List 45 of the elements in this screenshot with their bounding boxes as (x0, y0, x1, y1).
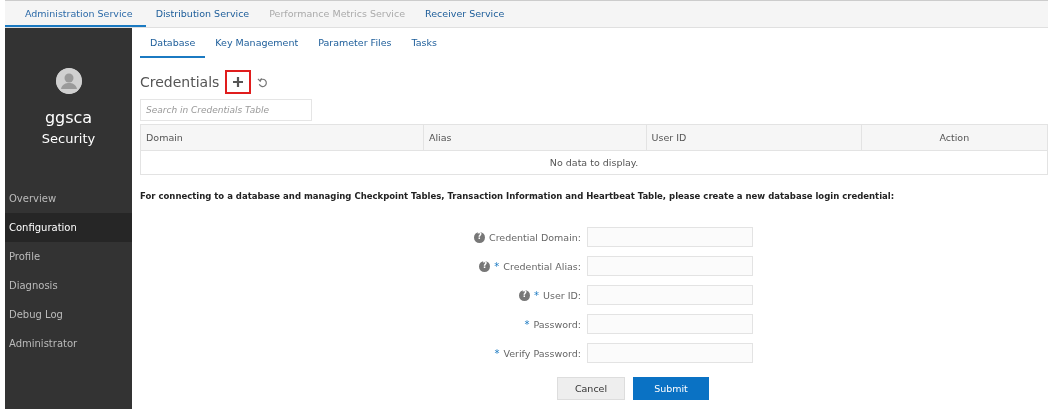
help-icon[interactable]: ? (479, 260, 491, 272)
required-mark: * (494, 347, 500, 359)
sidebar-item[interactable]: Configuration (5, 213, 132, 242)
field-label: Verify Password: (503, 347, 581, 359)
column-header: Domain (140, 124, 424, 151)
required-mark: * (494, 260, 500, 272)
search-field[interactable]: Search in Credentials Table (140, 99, 312, 121)
tab[interactable]: Database (140, 28, 206, 58)
field-label: Password: (533, 318, 581, 330)
tab[interactable]: Parameter Files (308, 28, 402, 58)
submit-button[interactable]: Submit (633, 377, 709, 400)
user-name: ggsca (43, 108, 94, 127)
avatar-icon (55, 68, 82, 94)
field-label: Credential Domain: (489, 231, 581, 243)
sidebar-item[interactable]: Overview (5, 184, 132, 213)
service-tab[interactable]: Distribution Service (145, 1, 260, 27)
field-label: Credential Alias: (503, 260, 581, 272)
tab[interactable]: Key Management (205, 28, 309, 58)
help-icon[interactable]: ? (474, 231, 485, 243)
column-header: Alias (423, 124, 647, 151)
service-tab[interactable]: Receiver Service (415, 1, 515, 27)
column-header: Action (861, 124, 1048, 151)
add-button[interactable] (225, 70, 252, 94)
input-field[interactable] (587, 343, 753, 363)
instruction-text: For connecting to a database and managing Checkpoint Tables, Transaction Information and Heartbeat Table, please create a new database login credential: (140, 191, 896, 201)
help-icon[interactable]: ? (519, 289, 530, 301)
required-mark: * (524, 318, 530, 330)
plus-icon (232, 76, 245, 88)
input-field[interactable] (587, 314, 753, 334)
column-header: User ID (646, 124, 862, 151)
input-field[interactable] (587, 256, 753, 276)
sidebar-item[interactable]: Administrator (5, 329, 132, 358)
sidebar-item[interactable]: Debug Log (5, 300, 132, 329)
empty-message: No data to display. (140, 150, 1048, 175)
input-field[interactable] (587, 227, 753, 247)
sidebar-item[interactable]: Profile (5, 242, 132, 271)
input-field[interactable] (587, 285, 753, 305)
cancel-button[interactable]: Cancel (557, 377, 625, 400)
section-title: Security (40, 131, 97, 146)
tab[interactable]: Tasks (401, 28, 447, 58)
required-mark: * (534, 289, 539, 301)
field-label: User ID: (543, 289, 581, 301)
refresh-icon[interactable] (257, 76, 269, 88)
section-heading: Credentials (140, 74, 220, 90)
sidebar-item[interactable]: Diagnosis (5, 271, 132, 300)
